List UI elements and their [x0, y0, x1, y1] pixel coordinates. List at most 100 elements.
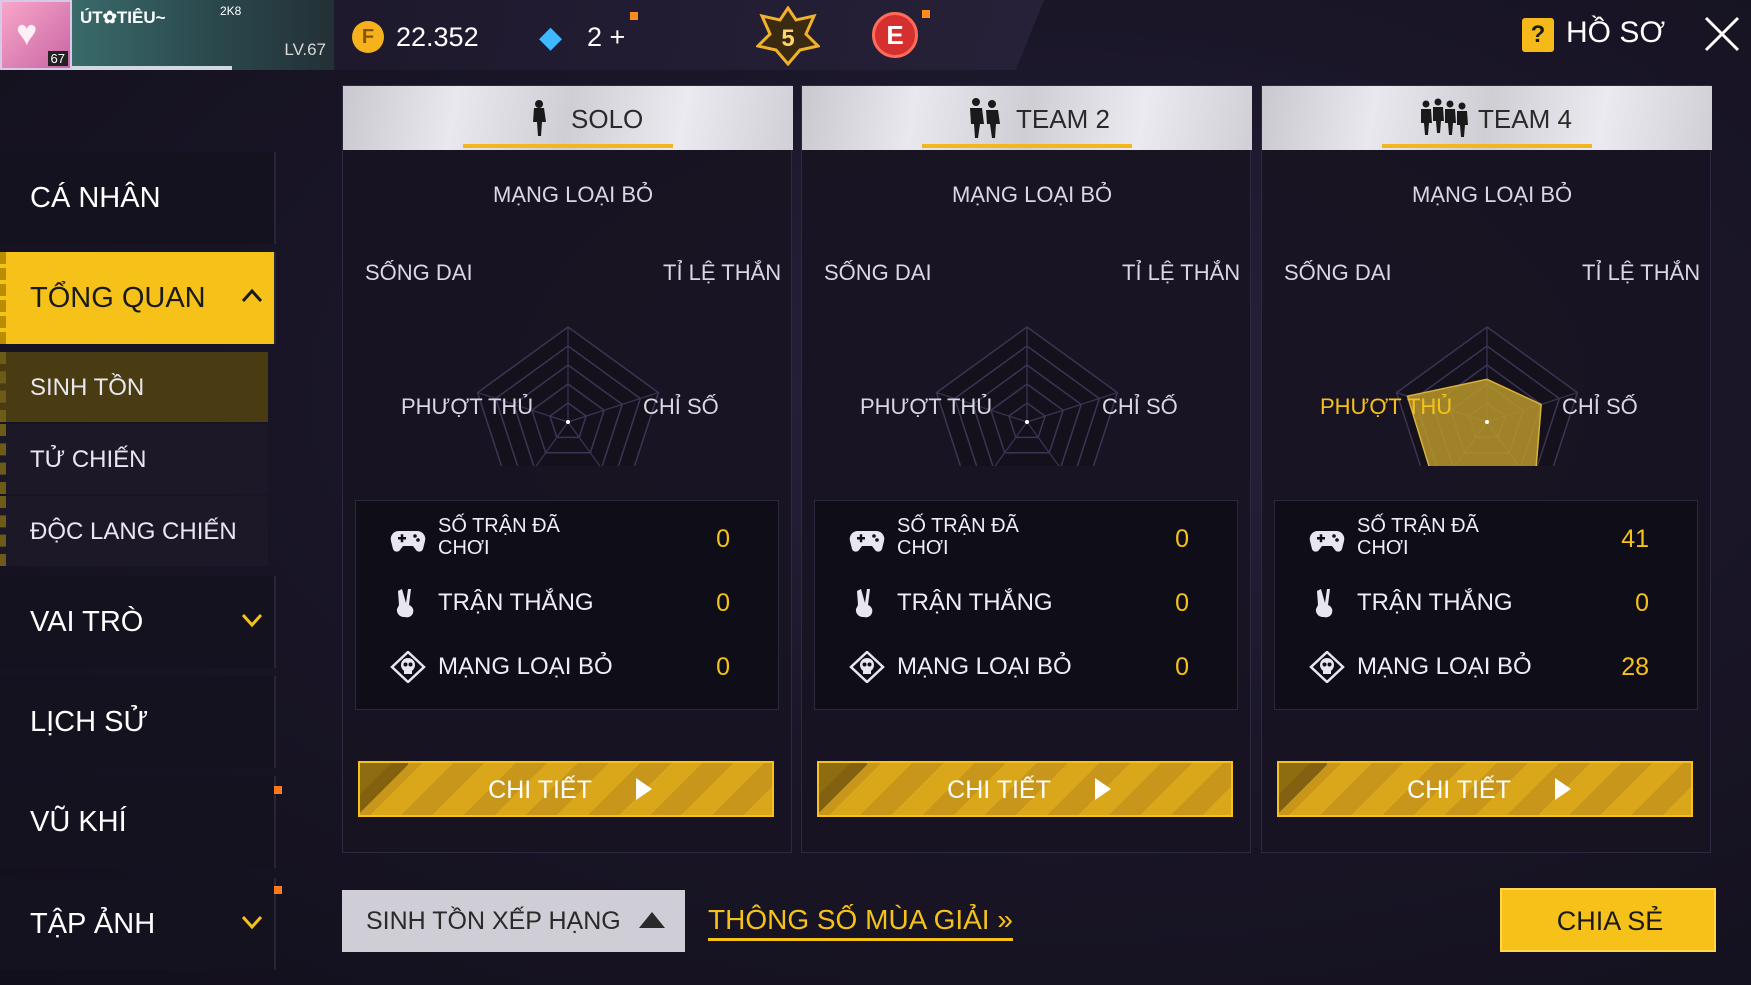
sidebar-item-label: VŨ KHÍ [30, 806, 127, 838]
radar-label-rusher: PHƯỢT THỦ [1320, 394, 1453, 419]
stat-row-matches: SỐ TRẬN ĐÃ CHƠI 41 [1275, 509, 1699, 569]
close-icon[interactable] [1700, 12, 1744, 56]
sidebar-item-label: CÁ NHÂN [30, 182, 161, 214]
sidebar-subitem-survival[interactable]: SINH TỒN [0, 352, 268, 422]
coin-amount: 22.352 [396, 22, 479, 52]
mode-panel: SOLO MẠNG LOẠI BỎ SỐNG DAI TỈ LỆ THẮNG P… [342, 85, 793, 853]
sidebar-item-role[interactable]: VAI TRÒ [0, 576, 276, 668]
tab-team-2[interactable]: TEAM 2 [802, 86, 1252, 150]
sidebar-subitem-label: SINH TỒN [30, 374, 145, 401]
sidebar-item-weapons[interactable]: VŨ KHÍ [0, 776, 276, 868]
stat-row-matches: SỐ TRẬN ĐÃ CHƠI 0 [815, 509, 1239, 569]
mode-panel: TEAM 2 MẠNG LOẠI BỎ SỐNG DAI TỈ LỆ THẮNG… [801, 85, 1252, 853]
sidebar-item-label: LỊCH SỬ [30, 706, 149, 738]
sidebar-item-history[interactable]: LỊCH SỬ [0, 676, 276, 768]
sidebar-subitem-lone-wolf[interactable]: ĐỘC LANG CHIẾN [0, 496, 268, 566]
stat-label: SỐ TRẬN ĐÃ CHƠI [897, 515, 1019, 559]
radar-label-win-rate: TỈ LỆ THẮNG [1122, 260, 1240, 285]
stat-row-kills: MẠNG LOẠI BỎ 0 [815, 637, 1239, 697]
share-button[interactable]: CHIA SẺ [1500, 888, 1716, 952]
sidebar-subitem-label: TỬ CHIẾN [30, 446, 147, 473]
player-level: LV.67 [284, 40, 326, 59]
album-notif-dot [274, 886, 282, 894]
stat-label: TRẬN THẮNG [1357, 589, 1513, 616]
xp-bar [72, 66, 232, 70]
stat-value-matches: 41 [1621, 525, 1649, 553]
diamond-notif-dot [630, 12, 638, 20]
radar-label-survival: SỐNG DAI [1284, 260, 1392, 285]
tab-underline [922, 144, 1132, 148]
radar-chart: MẠNG LOẠI BỎ SỐNG DAI TỈ LỆ THẮNG PHƯỢT … [802, 182, 1252, 466]
gamepad-icon [849, 531, 885, 552]
stat-label: SỐ TRẬN ĐÃ CHƠI [438, 515, 560, 559]
radar-label-stats: CHỈ SỐ [1562, 394, 1638, 419]
tab-solo[interactable]: SOLO [343, 86, 793, 150]
mode-select[interactable]: SINH TỒN XẾP HẠNG [342, 890, 685, 952]
share-button-label: CHIA SẺ [1556, 906, 1664, 936]
details-button[interactable]: CHI TIẾT [817, 761, 1233, 817]
radar-svg [476, 326, 660, 466]
stat-value-kills: 0 [1175, 653, 1189, 681]
tab-underline [1382, 144, 1592, 148]
rank-badge-value: 5 [781, 25, 794, 52]
sidebar-item-personal[interactable]: CÁ NHÂN [0, 152, 276, 244]
stat-row-wins: TRẬN THẮNG 0 [815, 573, 1239, 633]
triangle-up-icon [639, 912, 665, 928]
stat-value-kills: 28 [1621, 653, 1649, 681]
stat-row-kills: MẠNG LOẠI BỎ 28 [1275, 637, 1699, 697]
tab-team-4[interactable]: TEAM 4 [1262, 86, 1712, 150]
details-button[interactable]: CHI TIẾT [1277, 761, 1693, 817]
player-name: ÚT✿TIÊU~ [80, 8, 166, 27]
tab-label: TEAM 4 [1478, 104, 1572, 134]
stat-value-wins: 0 [1175, 589, 1189, 617]
sidebar-item-overview[interactable]: TỔNG QUAN [0, 252, 276, 344]
details-button-label: CHI TIẾT [947, 776, 1051, 804]
radar-chart: MẠNG LOẠI BỎ SỐNG DAI TỈ LỆ THẮNG PHƯỢT … [1262, 182, 1712, 466]
radar-label-stats: CHỈ SỐ [1102, 394, 1178, 419]
currency-bar: F 22.352 ◆ 2 + 5 E [334, 0, 1044, 70]
victory-hand-icon [855, 589, 873, 618]
elite-notif-dot [922, 10, 930, 18]
skull-icon [390, 651, 426, 683]
sidebar-item-album[interactable]: TẬP ẢNH [0, 878, 276, 970]
stat-value-wins: 0 [716, 589, 730, 617]
tab-label: SOLO [571, 104, 644, 134]
diamond-icon: ◆ [539, 21, 563, 54]
sidebar-item-label: TỔNG QUAN [30, 282, 206, 314]
weapons-notif-dot [274, 786, 282, 794]
play-icon [1555, 778, 1571, 800]
elite-pass-icon[interactable]: E [872, 12, 918, 58]
skull-icon [1309, 651, 1345, 683]
coin-icon: F [352, 21, 384, 53]
mode-select-label: SINH TỒN XẾP HẠNG [366, 907, 621, 935]
radar-chart: MẠNG LOẠI BỎ SỐNG DAI TỈ LỆ THẮNG PHƯỢT … [343, 182, 793, 466]
top-bar: ♥ 67 ÚT✿TIÊU~ 2K8 LV.67 F 22.352 ◆ 2 + 5… [0, 0, 1751, 72]
radar-label-rusher: PHƯỢT THỦ [401, 394, 534, 419]
chevron-up-icon [241, 288, 263, 303]
avatar-level: 67 [47, 51, 68, 66]
player-banner[interactable]: ÚT✿TIÊU~ 2K8 LV.67 [72, 0, 334, 70]
avatar[interactable]: ♥ 67 [0, 0, 72, 70]
diamond-amount[interactable]: 2 + [587, 22, 625, 53]
play-icon [636, 778, 652, 800]
sidebar-subitem-deathmatch[interactable]: TỬ CHIẾN [0, 424, 268, 494]
stats-box: SỐ TRẬN ĐÃ CHƠI 0 TRẬN THẮNG 0 MẠNG LOẠI… [814, 500, 1238, 710]
radar-label-rusher: PHƯỢT THỦ [860, 394, 993, 419]
radar-label-win-rate: TỈ LỆ THẮNG [663, 260, 781, 285]
chevron-down-icon [241, 915, 263, 930]
player-silhouette-icon [1421, 98, 1468, 137]
stat-row-kills: MẠNG LOẠI BỎ 0 [356, 637, 780, 697]
radar-label-survival: SỐNG DAI [824, 260, 932, 285]
rank-badge-icon[interactable]: 5 [756, 6, 820, 66]
season-stats-link[interactable]: THÔNG SỐ MÙA GIẢI » [708, 904, 1013, 941]
tab-label: TEAM 2 [1016, 104, 1110, 134]
details-button[interactable]: CHI TIẾT [358, 761, 774, 817]
stat-label: TRẬN THẮNG [897, 589, 1053, 616]
gamepad-icon [1309, 531, 1345, 552]
tab-underline [463, 144, 673, 148]
sidebar-subitem-label: ĐỘC LANG CHIẾN [30, 518, 237, 545]
radar-label-win-rate: TỈ LỆ THẮNG [1582, 260, 1700, 285]
stats-box: SỐ TRẬN ĐÃ CHƠI 0 TRẬN THẮNG 0 MẠNG LOẠI… [355, 500, 779, 710]
help-icon[interactable]: ? [1522, 18, 1554, 52]
skull-icon [849, 651, 885, 683]
